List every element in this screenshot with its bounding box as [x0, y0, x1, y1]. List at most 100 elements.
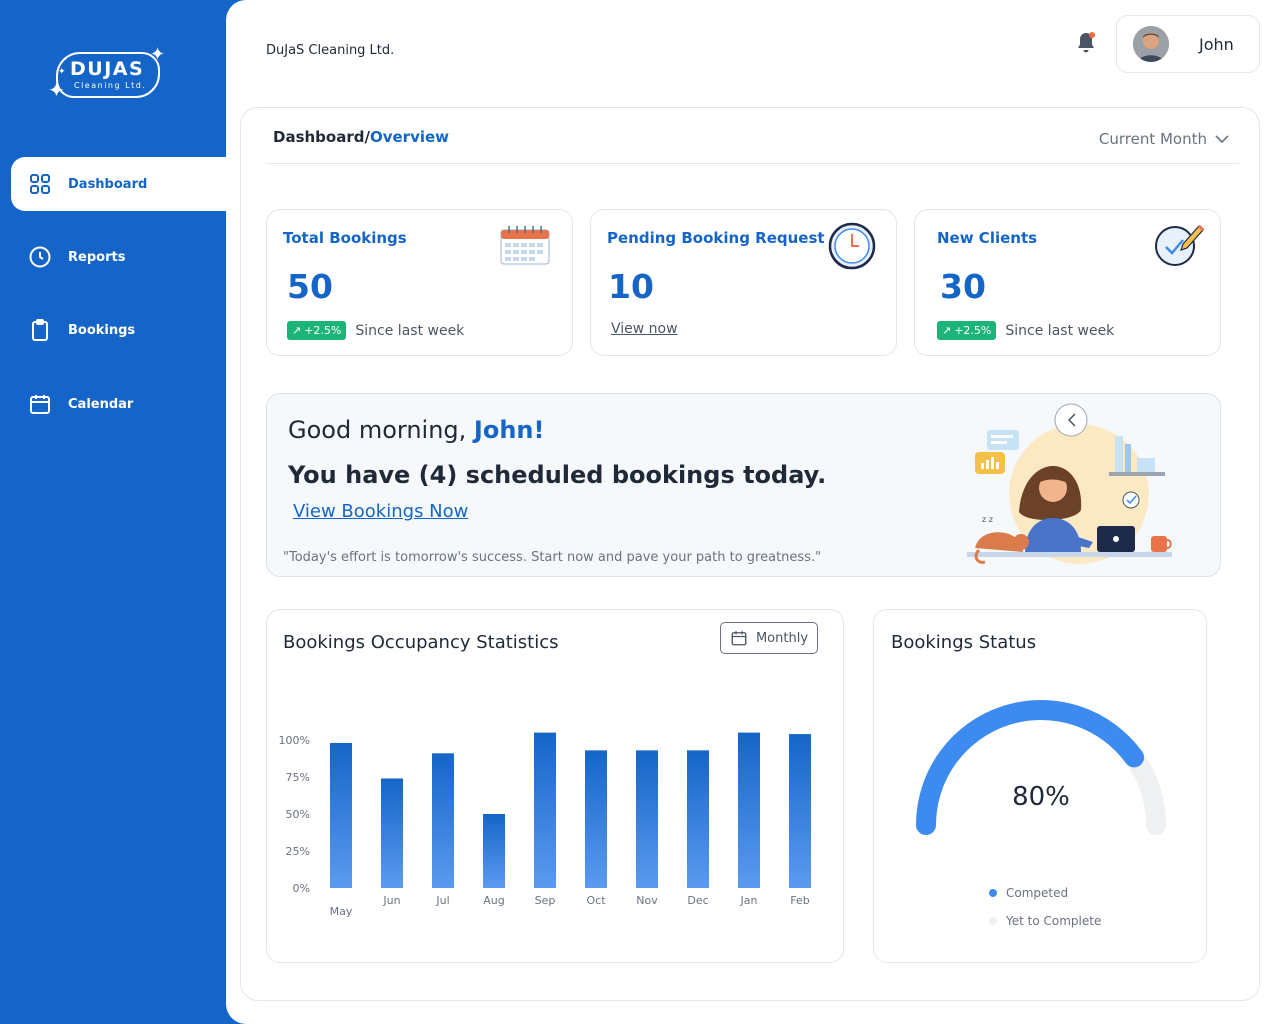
occupancy-bar-chart: 100% 75% 50% 25% 0% May Jun Jul Aug Sep Oct Nov Dec J… — [279, 732, 811, 918]
sidebar-item-dashboard[interactable]: Dashboard — [11, 157, 232, 211]
sidebar: DUJAS Cleaning Ltd. ✦ ✦ ✦ Dashboard Repo… — [0, 0, 232, 1024]
x-tick-label: Sep — [535, 894, 556, 907]
x-tick-label: Feb — [790, 894, 809, 907]
trend-up-icon: ↗ — [942, 324, 952, 337]
sparkle-icon: ✦ — [48, 78, 65, 102]
legend-dot — [989, 917, 997, 925]
period-select[interactable]: Current Month — [1099, 130, 1229, 148]
stat-card-pending-requests: Pending Booking Request 10 View now — [590, 209, 897, 356]
stat-footer: View now — [611, 321, 678, 337]
greeting-text: Good morning, John! — [288, 416, 544, 444]
bar-nov[interactable] — [636, 750, 658, 888]
occupancy-chart-card: Bookings Occupancy Statistics Monthly 10… — [266, 609, 844, 963]
trend-badge: ↗ +2.5% — [287, 321, 347, 340]
x-tick-label: Jun — [382, 894, 400, 907]
sparkle-icon: ✦ — [150, 44, 166, 65]
clipboard-icon — [27, 317, 53, 343]
trend-up-icon: ↗ — [292, 324, 302, 337]
clock-illustration-icon — [828, 222, 876, 270]
checklist-pencil-icon — [1155, 224, 1205, 266]
monthly-filter-button[interactable]: Monthly — [720, 622, 818, 654]
x-tick-label: Dec — [687, 894, 708, 907]
calendar-icon — [731, 631, 747, 646]
trend-value: +2.5% — [304, 324, 342, 337]
chart-title: Bookings Occupancy Statistics — [283, 632, 559, 653]
period-select-value: Current Month — [1098, 130, 1207, 148]
bookings-status-card: Bookings Status 80% Competed Yet to Comp… — [873, 609, 1207, 963]
stat-value: 30 — [940, 267, 986, 306]
legend-label: Competed — [1006, 886, 1069, 900]
trend-note: Since last week — [1005, 322, 1115, 339]
bar-feb[interactable] — [789, 734, 811, 888]
y-tick-label: 100% — [279, 734, 310, 747]
bar-jun[interactable] — [381, 778, 403, 888]
y-tick-label: 75% — [286, 771, 310, 784]
overview-panel: Dashboard/Overview Current Month Total B… — [240, 107, 1260, 1001]
view-bookings-link[interactable]: View Bookings Now — [293, 501, 468, 522]
user-name: John — [1199, 35, 1234, 54]
logo-wordmark: DUJAS — [70, 58, 145, 80]
breadcrumb: Dashboard/Overview — [273, 128, 449, 146]
trend-value: +2.5% — [954, 324, 992, 337]
logo-tagline: Cleaning Ltd. — [74, 81, 147, 90]
bar-dec[interactable] — [687, 750, 709, 888]
bar-may[interactable] — [330, 742, 352, 888]
sidebar-item-label: Calendar — [68, 396, 134, 412]
legend-label: Yet to Complete — [1006, 914, 1102, 928]
stat-card-new-clients: New Clients 30 ↗ +2.5% Since last week — [914, 209, 1221, 356]
sidebar-item-label: Dashboard — [68, 176, 148, 192]
main-content: DuJaS Cleaning Ltd. John Dashboard/Overv… — [226, 0, 1280, 1024]
woman-at-laptop-illustration: z z — [967, 403, 1172, 564]
monthly-filter-label: Monthly — [755, 630, 809, 646]
status-gauge — [916, 700, 1166, 835]
stat-title: New Clients — [937, 229, 1038, 247]
svg-text:z z: z z — [982, 515, 993, 524]
breadcrumb-root[interactable]: Dashboard/ — [273, 128, 370, 146]
chevron-down-icon — [1215, 135, 1229, 144]
stat-footer: ↗ +2.5% Since last week — [287, 321, 464, 340]
sidebar-item-bookings[interactable]: Bookings — [11, 303, 232, 357]
calendar-illustration-icon — [500, 226, 550, 265]
trend-badge: ↗ +2.5% — [937, 321, 997, 340]
bar-oct[interactable] — [585, 750, 607, 888]
bar-jan[interactable] — [738, 732, 760, 888]
y-tick-label: 0% — [293, 882, 310, 895]
calendar-icon — [27, 391, 53, 417]
stat-title: Total Bookings — [283, 229, 407, 247]
view-now-link[interactable]: View now — [611, 321, 678, 337]
user-menu[interactable]: John — [1116, 15, 1260, 73]
trend-note: Since last week — [355, 322, 465, 339]
gauge-value: 80% — [1012, 782, 1070, 812]
avatar — [1133, 26, 1169, 62]
stat-value: 10 — [608, 267, 654, 306]
stat-title: Pending Booking Request — [607, 229, 825, 247]
bar-jul[interactable] — [432, 753, 454, 888]
sidebar-item-label: Bookings — [68, 322, 136, 338]
motivational-quote: "Today's effort is tomorrow's success. S… — [283, 550, 822, 565]
sidebar-item-label: Reports — [68, 249, 126, 265]
greeting-prefix: Good morning, — [288, 416, 474, 444]
sidebar-item-calendar[interactable]: Calendar — [11, 377, 232, 431]
x-tick-label: Nov — [636, 894, 658, 907]
header-divider — [267, 163, 1239, 164]
legend-completed: Competed — [989, 886, 1068, 900]
company-name: DuJaS Cleaning Ltd. — [266, 43, 395, 58]
stat-value: 50 — [287, 267, 333, 306]
x-tick-label: Oct — [586, 894, 606, 907]
bar-sep[interactable] — [534, 732, 556, 888]
company-logo: DUJAS Cleaning Ltd. ✦ ✦ ✦ — [46, 46, 176, 106]
bar-aug[interactable] — [483, 814, 505, 888]
sidebar-item-reports[interactable]: Reports — [11, 230, 232, 284]
grid-icon — [27, 171, 53, 197]
stat-footer: ↗ +2.5% Since last week — [937, 321, 1114, 340]
bell-icon[interactable] — [1074, 30, 1098, 56]
stat-card-total-bookings: Total Bookings 50 ↗ +2.5% Since last week — [266, 209, 573, 356]
breadcrumb-current: Overview — [369, 128, 450, 146]
x-tick-label: Jul — [435, 894, 449, 907]
greeting-name: John! — [473, 416, 545, 444]
status-title: Bookings Status — [891, 632, 1037, 653]
clock-icon — [27, 244, 53, 270]
x-tick-label: Aug — [483, 894, 504, 907]
sparkle-icon: ✦ — [58, 67, 66, 77]
legend-dot — [989, 889, 997, 897]
